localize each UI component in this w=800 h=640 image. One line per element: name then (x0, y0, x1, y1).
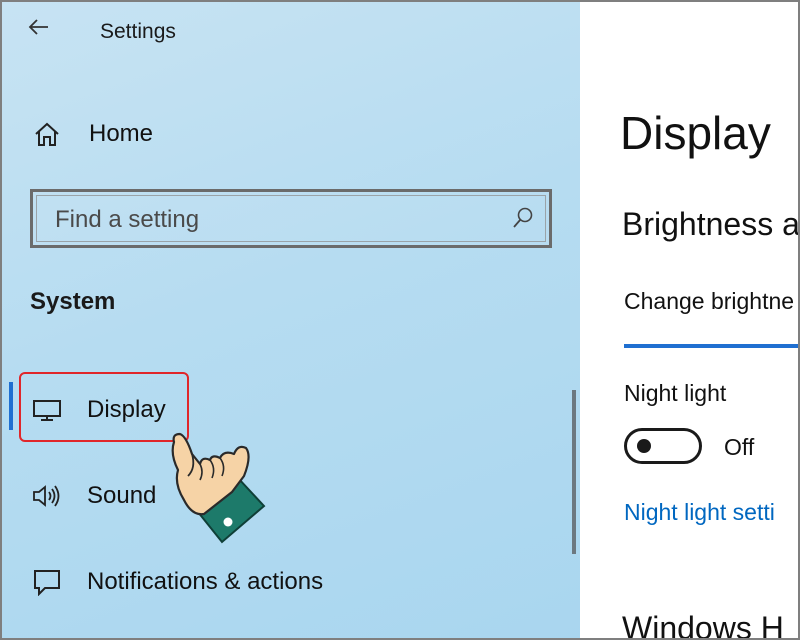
home-icon (30, 119, 64, 149)
sidebar-scrollbar[interactable] (572, 390, 576, 554)
night-light-state: Off (724, 434, 755, 460)
sidebar-item-label: Sound (87, 482, 157, 509)
brightness-heading: Brightness a (622, 206, 800, 242)
back-arrow-icon (28, 19, 48, 35)
notification-icon (30, 567, 64, 597)
brightness-label: Change brightne (624, 288, 795, 314)
night-light-label: Night light (624, 380, 727, 406)
sidebar-item-label: Notifications & actions (87, 568, 324, 595)
search-icon[interactable] (511, 206, 535, 230)
sidebar-item-sound[interactable]: Sound (2, 470, 562, 522)
content-pane: Display Brightness a Change brightne Nig… (580, 2, 800, 640)
night-light-toggle[interactable] (624, 428, 702, 464)
search-placeholder: Find a setting (55, 206, 200, 233)
toggle-knob (637, 439, 651, 453)
pointing-hand-icon (171, 432, 266, 544)
night-light-settings-link[interactable]: Night light setti (624, 499, 775, 526)
page-title: Display (620, 107, 771, 159)
app-title: Settings (100, 20, 176, 43)
windows-hd-heading: Windows H (622, 610, 784, 640)
sidebar-item-notifications[interactable]: Notifications & actions (2, 556, 562, 608)
sidebar-item-label: Home (89, 120, 154, 147)
search-input[interactable]: Find a setting (30, 189, 552, 248)
sidebar-item-home[interactable]: Home (2, 108, 562, 160)
back-button[interactable] (24, 14, 54, 40)
speaker-icon (30, 481, 64, 511)
section-title: System (30, 288, 116, 315)
brightness-slider[interactable] (624, 344, 798, 348)
settings-window: Settings Home Find a setting System Disp… (0, 0, 800, 640)
sidebar: Settings Home Find a setting System Disp… (2, 2, 580, 638)
